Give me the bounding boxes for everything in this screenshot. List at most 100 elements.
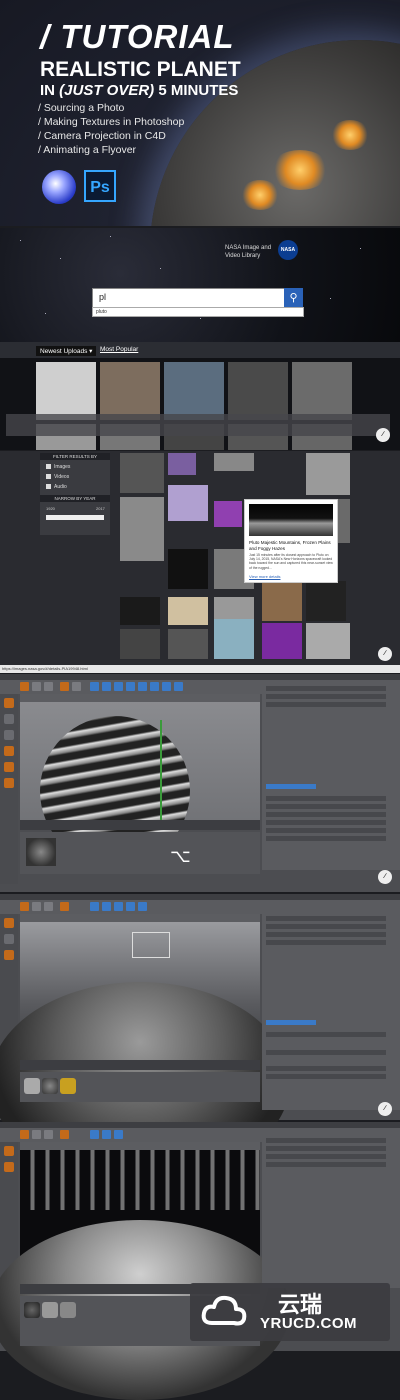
material-swatch[interactable] <box>42 1302 58 1318</box>
result-thumbnail[interactable] <box>120 597 160 625</box>
array-icon[interactable] <box>126 902 135 911</box>
timeline[interactable] <box>20 1060 260 1070</box>
move-tool-icon[interactable] <box>20 1130 29 1139</box>
points-mode-icon[interactable] <box>4 1162 14 1172</box>
result-thumbnail[interactable] <box>120 453 164 493</box>
points-mode-icon[interactable] <box>4 950 14 960</box>
material-swatch[interactable] <box>60 1302 76 1318</box>
subdivision-icon[interactable] <box>114 902 123 911</box>
result-thumbnail[interactable] <box>168 597 208 625</box>
rotate-tool-icon[interactable] <box>44 682 53 691</box>
thumbnail[interactable] <box>36 362 96 420</box>
play-icon[interactable]: ∕ <box>378 647 392 661</box>
scale-tool-icon[interactable] <box>32 682 41 691</box>
result-thumbnail[interactable] <box>214 619 254 659</box>
filter-audio-checkbox[interactable]: Audio <box>46 484 67 490</box>
cube-icon[interactable] <box>90 1130 99 1139</box>
array-icon[interactable] <box>126 682 135 691</box>
result-thumbnail[interactable] <box>214 453 254 471</box>
result-thumbnail[interactable] <box>306 623 350 659</box>
object-manager <box>262 680 400 870</box>
texture-tool-icon[interactable] <box>4 934 14 944</box>
camera-icon[interactable] <box>138 902 147 911</box>
result-thumbnail[interactable] <box>262 581 302 621</box>
play-icon[interactable]: ∕ <box>378 870 392 884</box>
play-icon[interactable]: ∕ <box>378 1102 392 1116</box>
search-suggestion[interactable]: pluto <box>92 307 304 317</box>
result-thumbnail[interactable] <box>214 501 242 527</box>
city-lights <box>330 120 370 150</box>
render-icon[interactable] <box>60 682 69 691</box>
photoshop-logo-icon: Ps <box>84 170 116 202</box>
camera-icon[interactable] <box>114 1130 123 1139</box>
make-editable-icon[interactable] <box>4 918 14 928</box>
year-slider[interactable] <box>46 515 104 520</box>
search-button[interactable]: ⚲ <box>284 288 303 308</box>
thumbnail[interactable] <box>228 362 288 420</box>
pen-icon[interactable] <box>102 1130 111 1139</box>
result-thumbnail[interactable] <box>262 623 302 659</box>
render-icon[interactable] <box>60 902 69 911</box>
material-swatch[interactable] <box>42 1078 58 1094</box>
make-editable-icon[interactable] <box>4 698 14 708</box>
view-details-link[interactable]: View more details <box>249 574 281 579</box>
edges-mode-icon[interactable] <box>4 762 14 772</box>
year-from: 1920 <box>46 506 55 511</box>
viewport-menu[interactable] <box>20 1142 260 1150</box>
rotate-tool-icon[interactable] <box>44 1130 53 1139</box>
cube-icon[interactable] <box>90 902 99 911</box>
scale-tool-icon[interactable] <box>32 1130 41 1139</box>
material-preview[interactable] <box>26 838 56 866</box>
material-swatch[interactable] <box>60 1078 76 1094</box>
light-icon[interactable] <box>174 682 183 691</box>
material-swatch[interactable] <box>24 1302 40 1318</box>
image-tooltip[interactable]: Pluto Majestic Mountains, Frozen Plains … <box>244 499 338 583</box>
move-tool-icon[interactable] <box>20 682 29 691</box>
viewport-menu[interactable] <box>20 914 260 922</box>
filter-videos-checkbox[interactable]: Videos <box>46 474 69 480</box>
tutorial-duration: IN (JUST OVER) 5 MINUTES <box>40 82 239 99</box>
result-thumbnail[interactable] <box>306 453 350 495</box>
thumbnail[interactable] <box>100 362 160 420</box>
render-settings-icon[interactable] <box>72 682 81 691</box>
nasa-logo-icon[interactable]: NASA <box>278 240 298 260</box>
result-thumbnail[interactable] <box>168 549 208 589</box>
result-thumbnail[interactable] <box>168 453 196 475</box>
play-icon[interactable]: ∕ <box>376 428 390 442</box>
pen-icon[interactable] <box>102 682 111 691</box>
pen-icon[interactable] <box>102 902 111 911</box>
bullet-item: / Camera Projection in C4D <box>38 130 166 142</box>
move-tool-icon[interactable] <box>20 902 29 911</box>
points-mode-icon[interactable] <box>4 746 14 756</box>
texture-tool-icon[interactable] <box>4 714 14 724</box>
search-input[interactable]: pl <box>92 288 286 308</box>
rotate-tool-icon[interactable] <box>44 902 53 911</box>
cube-icon[interactable] <box>90 682 99 691</box>
thumbnail[interactable] <box>292 362 352 420</box>
viewport[interactable] <box>0 1150 290 1400</box>
subdivision-icon[interactable] <box>114 682 123 691</box>
result-thumbnail[interactable] <box>168 485 208 521</box>
camera-icon[interactable] <box>162 682 171 691</box>
viewport[interactable] <box>20 702 260 866</box>
result-thumbnail[interactable] <box>306 581 346 621</box>
render-icon[interactable] <box>60 1130 69 1139</box>
filter-images-checkbox[interactable]: Images <box>46 464 70 470</box>
timeline[interactable] <box>20 820 260 830</box>
tab-most-popular[interactable]: Most Popular <box>100 346 138 353</box>
polygons-mode-icon[interactable] <box>4 778 14 788</box>
result-thumbnail[interactable] <box>120 629 160 659</box>
thumbnail[interactable] <box>164 362 224 420</box>
viewport[interactable] <box>0 922 290 1182</box>
material-swatch[interactable] <box>24 1078 40 1094</box>
make-editable-icon[interactable] <box>4 1146 14 1156</box>
viewport-menu[interactable] <box>20 694 260 702</box>
result-thumbnail[interactable] <box>168 629 208 659</box>
result-thumbnail[interactable] <box>120 497 164 561</box>
scale-tool-icon[interactable] <box>32 902 41 911</box>
tooltip-image <box>249 504 333 536</box>
workplane-icon[interactable] <box>4 730 14 740</box>
scene-icon[interactable] <box>150 682 159 691</box>
tab-newest-uploads[interactable]: Newest Uploads ▾ <box>36 346 97 356</box>
deformer-icon[interactable] <box>138 682 147 691</box>
